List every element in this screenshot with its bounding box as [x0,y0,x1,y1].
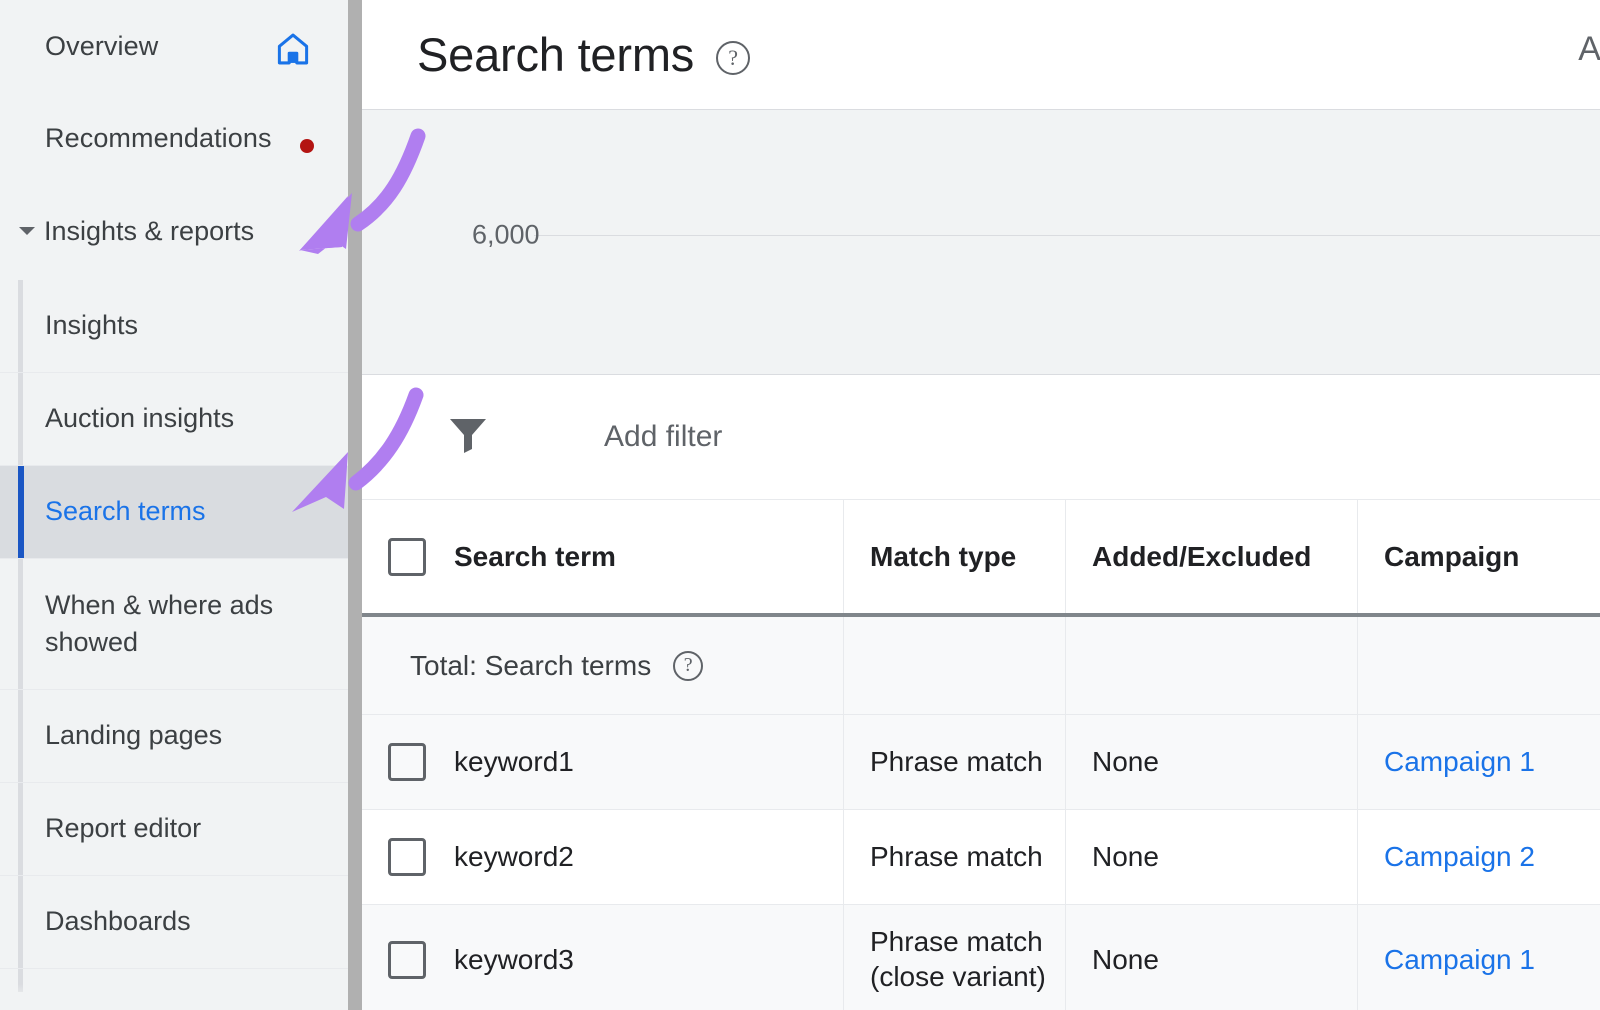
campaign-link[interactable]: Campaign 1 [1384,944,1535,976]
cell-match-type: Phrase match [844,810,1066,904]
primary-nav-list: Overview Recommendations Insights & repo… [0,0,348,278]
cell-match-type: Phrase match (close variant) [844,905,1066,1010]
row-checkbox[interactable] [388,743,426,781]
cell-added-excluded: None [1066,810,1358,904]
total-cell-label: Total: Search terms ? [362,617,844,714]
chart-gridline-top [534,235,1600,236]
filter-funnel-icon[interactable] [442,411,494,464]
table-row[interactable]: keyword2 Phrase match None Campaign 2 [362,810,1600,905]
row-checkbox[interactable] [388,941,426,979]
match-type-line-1: Phrase match [870,926,1043,957]
added-excluded-value: None [1092,746,1159,778]
cell-search-term: keyword1 [362,715,844,809]
sidebar-item-label: Overview [45,31,158,62]
sidebar-item-label: Search terms [45,493,206,530]
sidebar-item-report-editor[interactable]: Report editor [0,783,348,876]
match-type-value: Phrase match (close variant) [870,925,1046,993]
total-cell-added-excluded [1066,617,1358,714]
match-type-value: Phrase match [870,841,1043,873]
column-header-label: Search term [454,541,616,573]
header-cell-campaign[interactable]: Campaign [1358,500,1600,613]
sidebar-item-label: Insights [45,307,138,344]
search-term-value: keyword3 [454,944,574,976]
table-total-row: Total: Search terms ? [362,617,1600,715]
table-header-row: Search term Match type Added/Excluded Ca… [362,500,1600,617]
home-icon [272,30,314,75]
table-row[interactable]: keyword1 Phrase match None Campaign 1 [362,715,1600,810]
app-root: Overview Recommendations Insights & repo… [0,0,1600,1010]
search-term-value: keyword1 [454,746,574,778]
cell-campaign: Campaign 1 [1358,715,1600,809]
match-type-line-2: (close variant) [870,961,1046,992]
cell-campaign: Campaign 2 [1358,810,1600,904]
campaign-link[interactable]: Campaign 1 [1384,746,1535,778]
added-excluded-value: None [1092,944,1159,976]
page-scrollbar[interactable] [348,0,362,1010]
page-header: Search terms ? All [362,0,1600,110]
cell-added-excluded: None [1066,715,1358,809]
add-filter-button[interactable]: Add filter [604,420,722,454]
sidebar-item-overview[interactable]: Overview [0,0,348,92]
sidebar-bottom-fade [0,984,348,1010]
performance-chart: 6,000 0 Sep 2008 [362,110,1600,375]
search-terms-table: Search term Match type Added/Excluded Ca… [362,500,1600,1010]
page-scrollbar-thumb[interactable] [348,0,362,1010]
search-term-value: keyword2 [454,841,574,873]
chevron-down-icon [14,225,40,239]
sidebar-item-recommendations[interactable]: Recommendations [0,92,348,185]
sidebar-item-label: When & where ads showed [45,587,332,662]
sidebar-group-label: Insights & reports [44,216,254,247]
campaign-link[interactable]: Campaign 2 [1384,841,1535,873]
help-circle-icon[interactable]: ? [716,41,750,75]
header-cell-search-term[interactable]: Search term [362,500,844,613]
column-header-label: Campaign [1384,541,1519,573]
sidebar-item-label: Report editor [45,810,201,847]
page-title: Search terms [417,27,694,82]
total-cell-match-type [844,617,1066,714]
filter-toolbar: Add filter [362,375,1600,500]
sidebar-item-search-terms[interactable]: Search terms [0,466,348,559]
sidebar-item-label: Recommendations [45,123,272,154]
sidebar-item-insights[interactable]: Insights [0,280,348,373]
insights-and-reports-subnav: Insights Auction insights Search terms W… [0,280,348,969]
sidebar-item-label: Dashboards [45,903,191,940]
chart-y-tick-max: 6,000 [472,220,540,251]
header-cell-match-type[interactable]: Match type [844,500,1066,613]
match-type-value: Phrase match [870,746,1043,778]
header-cell-added-excluded[interactable]: Added/Excluded [1066,500,1358,613]
cell-added-excluded: None [1066,905,1358,1010]
row-checkbox[interactable] [388,838,426,876]
select-all-checkbox[interactable] [388,538,426,576]
sidebar-item-label: Auction insights [45,400,234,437]
sidebar-item-auction-insights[interactable]: Auction insights [0,373,348,466]
help-circle-icon[interactable]: ? [673,651,703,681]
cell-search-term: keyword2 [362,810,844,904]
cell-search-term: keyword3 [362,905,844,1010]
sidebar-item-landing-pages[interactable]: Landing pages [0,690,348,783]
sidebar-item-dashboards[interactable]: Dashboards [0,876,348,969]
main-content: Search terms ? All 6,000 0 Sep 2008 Add … [362,0,1600,1010]
cell-match-type: Phrase match [844,715,1066,809]
left-navigation-sidebar: Overview Recommendations Insights & repo… [0,0,348,1010]
added-excluded-value: None [1092,841,1159,873]
column-header-label: Added/Excluded [1092,541,1311,573]
column-header-label: Match type [870,541,1016,573]
cell-campaign: Campaign 1 [1358,905,1600,1010]
sidebar-group-insights-and-reports[interactable]: Insights & reports [0,185,348,278]
sidebar-item-when-where-ads-showed[interactable]: When & where ads showed [0,559,348,690]
segment-label-all: All [1578,30,1600,69]
total-cell-campaign [1358,617,1600,714]
sidebar-item-label: Landing pages [45,717,222,754]
table-row[interactable]: keyword3 Phrase match (close variant) Non… [362,905,1600,1010]
total-row-label: Total: Search terms [410,650,651,682]
notification-dot-icon [300,139,314,153]
